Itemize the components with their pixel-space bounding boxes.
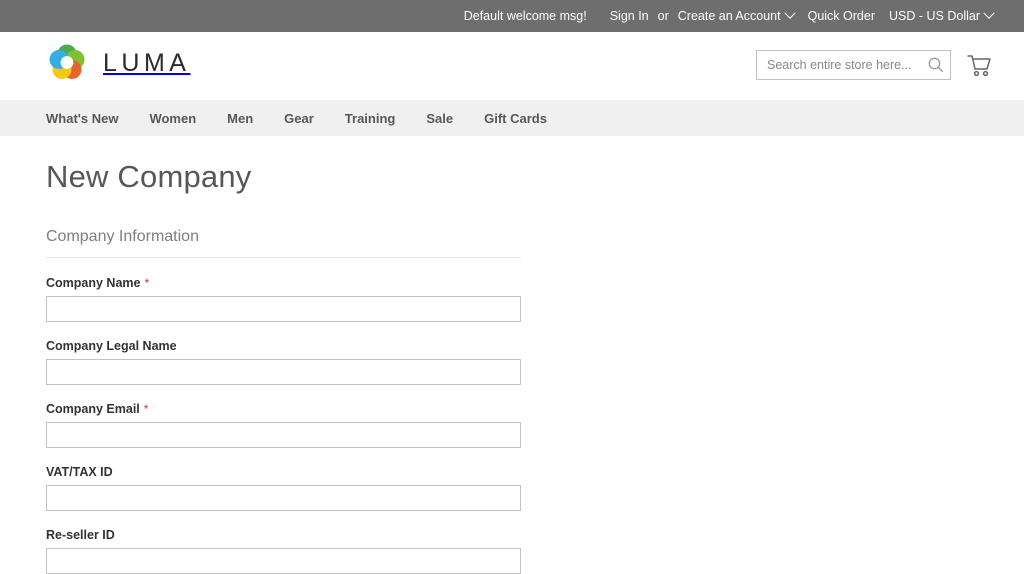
quick-order-link[interactable]: Quick Order (808, 9, 875, 23)
required-marker: * (143, 402, 149, 417)
company-information-legend: Company Information (46, 228, 521, 259)
site-header: LUMA (0, 32, 1024, 100)
label-company-email: Company Email * (46, 402, 521, 416)
sign-in-link[interactable]: Sign In (610, 9, 649, 23)
chevron-down-icon (783, 7, 796, 19)
new-company-form: Company Information Company Name * Compan… (46, 228, 521, 574)
label-company-name-text: Company Name (46, 276, 141, 291)
or-separator: or (657, 9, 669, 23)
input-company-legal-name[interactable] (46, 359, 521, 386)
required-marker: * (144, 276, 150, 291)
field-company-email: Company Email * (46, 402, 521, 449)
input-company-name[interactable] (46, 296, 521, 323)
page-title: New Company (46, 159, 252, 194)
currency-label: USD - US Dollar (889, 9, 980, 23)
nav-item-women[interactable]: Women (149, 111, 196, 126)
nav-item-men[interactable]: Men (227, 111, 253, 126)
label-company-legal-name-text: Company Legal Name (46, 339, 177, 354)
luma-flower-logo-icon (45, 41, 89, 85)
welcome-message: Default welcome msg! (463, 9, 587, 23)
label-re-seller-id-text: Re-seller ID (46, 528, 115, 543)
main-content: New Company Company Information Company … (0, 158, 1024, 574)
logo-text: LUMA (103, 48, 191, 77)
nav-item-gift-cards[interactable]: Gift Cards (484, 111, 547, 126)
field-vat-tax-id: VAT/TAX ID (46, 465, 521, 512)
create-account-label: Create an Account (677, 9, 781, 23)
search-block (756, 50, 951, 80)
field-company-legal-name: Company Legal Name (46, 339, 521, 386)
label-vat-tax-id-text: VAT/TAX ID (46, 465, 113, 480)
label-company-email-text: Company Email (46, 402, 140, 417)
top-panel: Default welcome msg! Sign In or Create a… (0, 0, 1024, 32)
top-panel-links: Default welcome msg! Sign In or Create a… (463, 7, 1000, 23)
label-company-legal-name: Company Legal Name (46, 339, 521, 353)
label-re-seller-id: Re-seller ID (46, 528, 521, 542)
field-company-name: Company Name * (46, 276, 521, 323)
label-company-name: Company Name * (46, 276, 521, 290)
shopping-cart-icon[interactable] (964, 50, 994, 80)
input-vat-tax-id[interactable] (46, 485, 521, 512)
nav-item-whats-new[interactable]: What's New (46, 111, 118, 126)
main-navigation: What's New Women Men Gear Training Sale … (0, 100, 1024, 136)
search-input[interactable] (756, 50, 951, 80)
nav-item-sale[interactable]: Sale (426, 111, 453, 126)
input-re-seller-id[interactable] (46, 548, 521, 574)
label-vat-tax-id: VAT/TAX ID (46, 465, 521, 479)
chevron-down-icon (983, 7, 995, 19)
create-account-link[interactable]: Create an Account (677, 7, 796, 23)
nav-item-gear[interactable]: Gear (284, 111, 314, 126)
field-re-seller-id: Re-seller ID (46, 528, 521, 574)
nav-item-training[interactable]: Training (345, 111, 396, 126)
site-logo[interactable]: LUMA (45, 41, 190, 85)
currency-switcher[interactable]: USD - US Dollar (889, 7, 995, 23)
input-company-email[interactable] (46, 422, 521, 449)
search-icon[interactable] (926, 55, 946, 75)
